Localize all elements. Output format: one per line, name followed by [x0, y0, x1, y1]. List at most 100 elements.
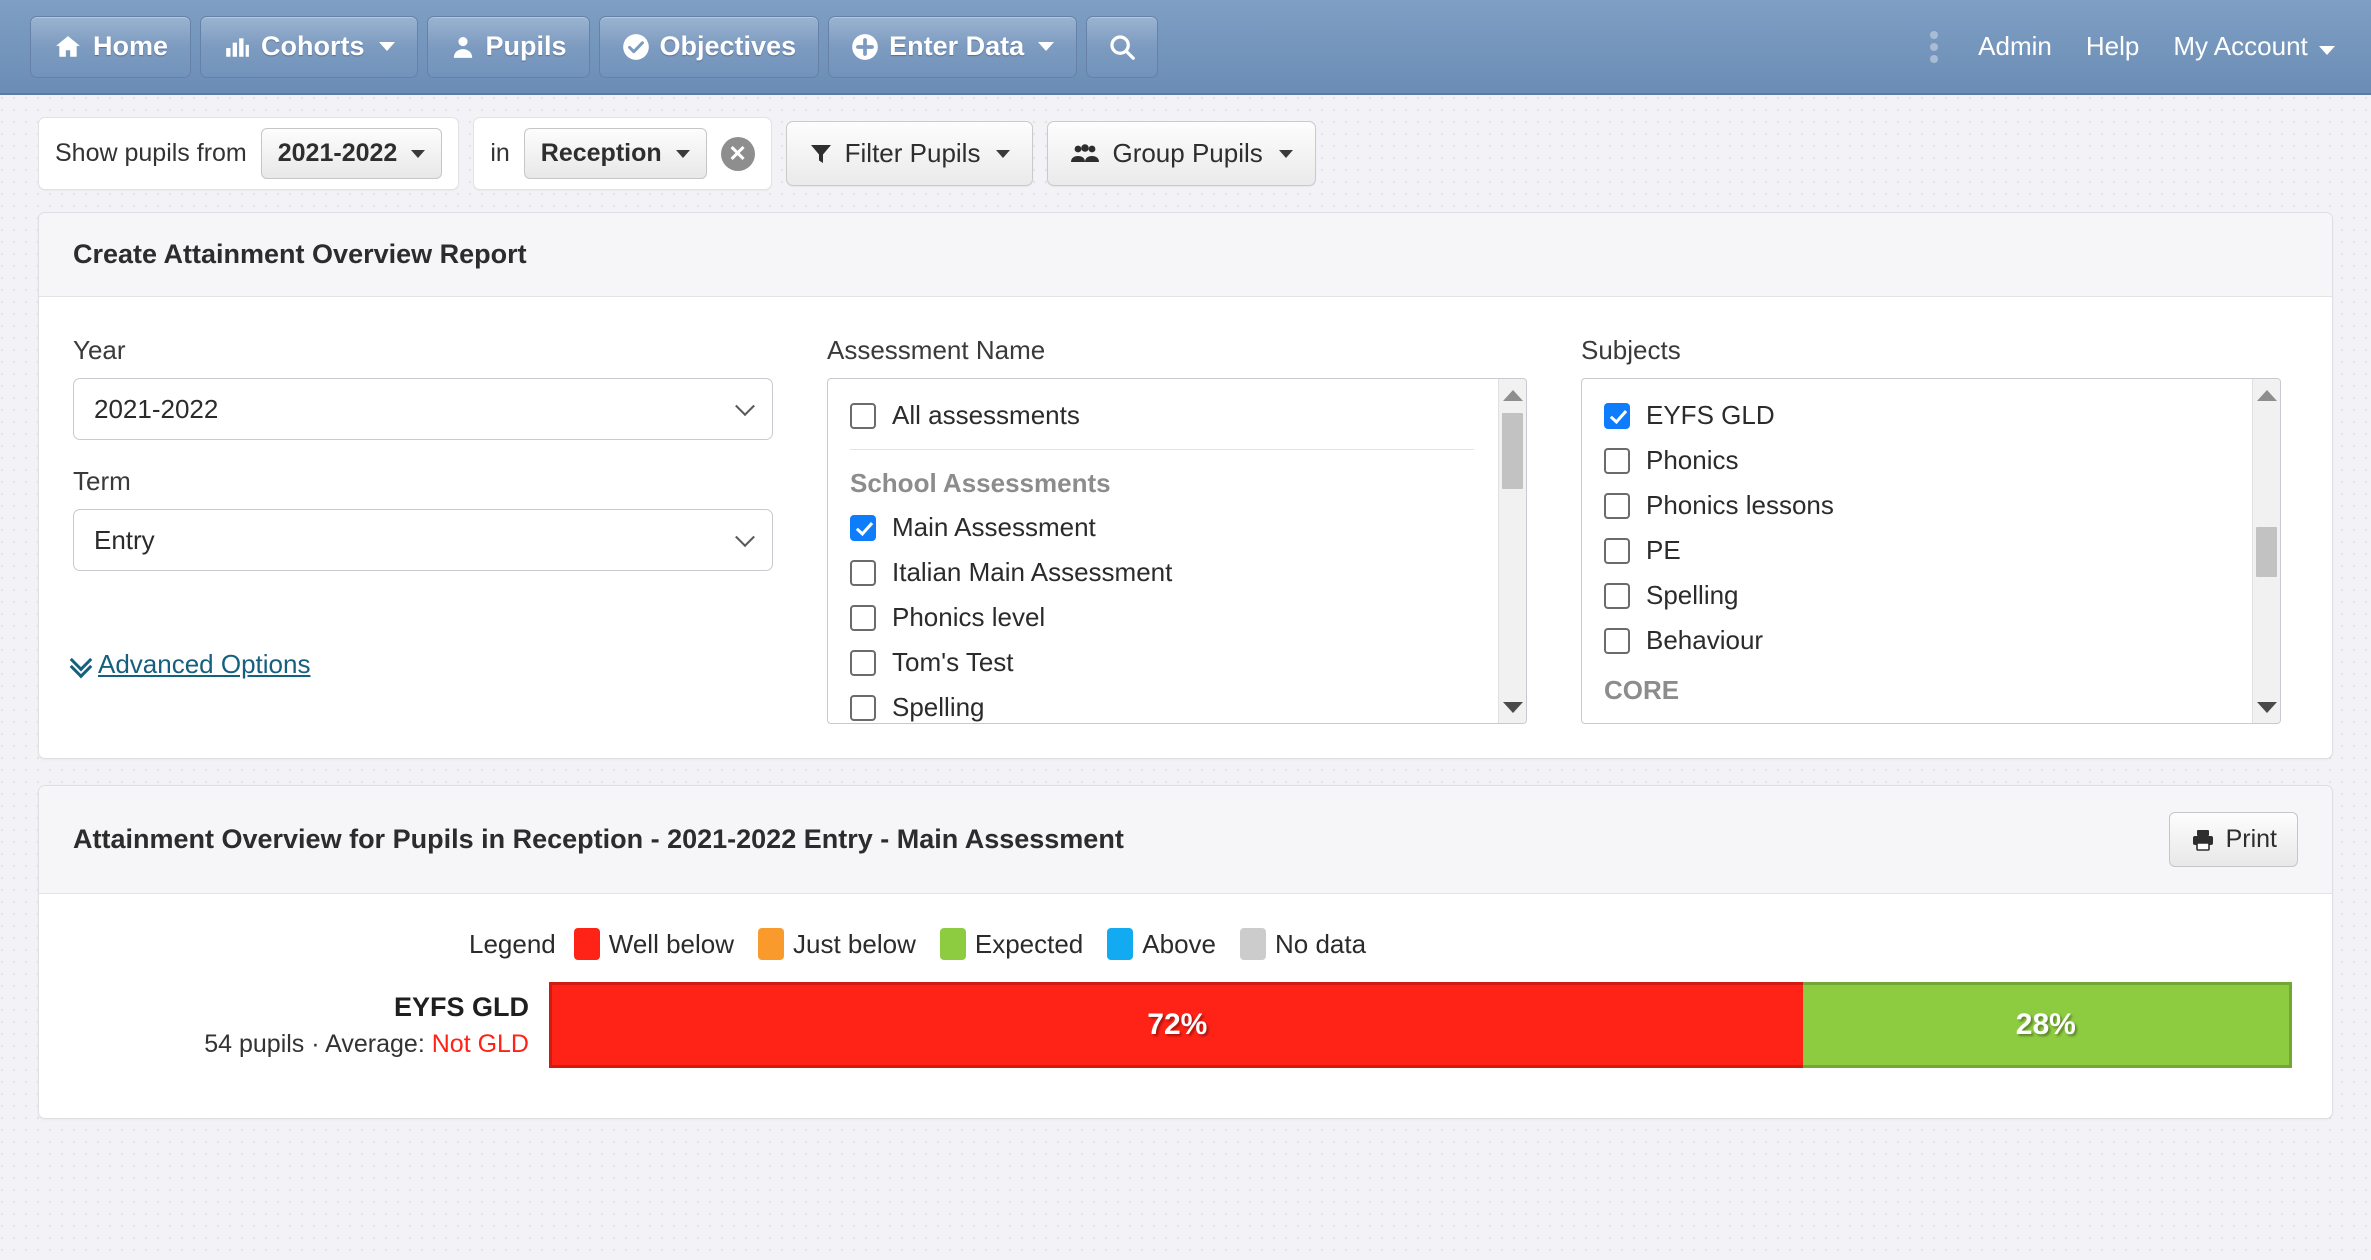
assessment-option-label: Italian Main Assessment [892, 557, 1173, 587]
subject-option-label: Phonics [1646, 445, 1739, 475]
subjects-column: Subjects EYFS GLD Phonics Phonics lesson… [1581, 325, 2281, 724]
checkbox[interactable] [1604, 402, 1630, 429]
scrollbar-thumb[interactable] [1502, 413, 1523, 489]
assessment-option-toms-test[interactable]: Tom's Test [828, 640, 1496, 685]
checkbox[interactable] [850, 514, 876, 541]
assessment-option-italian-main-assessment[interactable]: Italian Main Assessment [828, 550, 1496, 595]
assessment-option-spelling[interactable]: Spelling [828, 685, 1496, 723]
assessment-name-label: Assessment Name [827, 335, 1046, 365]
checkbox[interactable] [1604, 537, 1630, 564]
nav-item-enter-data-label: Enter Data [889, 31, 1025, 61]
assessment-name-listbox[interactable]: All assessments School Assessments Main … [827, 378, 1527, 724]
navbar-primary-items: Home Cohorts Pupils Objectives Enter Dat… [30, 15, 1159, 78]
create-report-panel-title: Create Attainment Overview Report [39, 213, 2332, 297]
subjects-list-scrollbar[interactable] [2252, 379, 2280, 723]
nav-item-objectives-label: Objectives [659, 31, 797, 61]
home-icon [53, 34, 83, 60]
year-select[interactable]: 2021-2022 [73, 378, 773, 440]
top-navbar: Home Cohorts Pupils Objectives Enter Dat… [0, 0, 2371, 95]
nav-link-my-account[interactable]: My Account [2173, 31, 2335, 62]
nav-link-help[interactable]: Help [2086, 31, 2139, 62]
subject-option-label: Behaviour [1646, 625, 1764, 655]
subject-option-spelling[interactable]: Spelling [1582, 573, 2250, 618]
assessment-option-label: Tom's Test [892, 647, 1014, 677]
subject-option-phonics-lessons[interactable]: Phonics lessons [1582, 483, 2250, 528]
scroll-up-icon[interactable] [1499, 381, 1526, 409]
assessment-option-main-assessment[interactable]: Main Assessment [828, 505, 1496, 550]
legend-label: Well below [608, 928, 735, 959]
year-dropdown-button[interactable]: 2021-2022 [260, 128, 443, 179]
report-options-column: Year 2021-2022 Term Entry Advanced Optio… [73, 325, 773, 724]
checkbox[interactable] [850, 694, 876, 721]
bar-segment-label: 28% [2015, 1008, 2076, 1041]
checkbox[interactable] [1604, 447, 1630, 474]
nav-item-objectives[interactable]: Objectives [598, 15, 820, 78]
scroll-down-icon[interactable] [1499, 693, 1526, 721]
checkbox[interactable] [1604, 627, 1630, 654]
legend-entry-no-data: No data [1240, 928, 1366, 960]
subject-option-label: EYFS GLD [1646, 400, 1775, 430]
checkbox[interactable] [850, 559, 876, 586]
print-button-label: Print [2225, 825, 2277, 853]
group-pupils-button[interactable]: Group Pupils [1047, 121, 1316, 186]
plus-circle-icon [851, 33, 879, 61]
checkbox[interactable] [1604, 582, 1630, 609]
chart-legend: Legend Well below Just below Expected Ab… [79, 928, 2292, 960]
printer-icon [2190, 828, 2216, 852]
checkbox[interactable] [1604, 492, 1630, 519]
legend-swatch [939, 928, 966, 960]
scroll-up-icon[interactable] [2253, 381, 2280, 409]
clear-circle-icon[interactable]: ✕ [720, 136, 755, 171]
year-field-label: Year [73, 335, 126, 365]
subject-option-label: Spelling [1646, 580, 1739, 610]
advanced-options-link[interactable]: Advanced Options [73, 649, 310, 680]
nav-item-cohorts[interactable]: Cohorts [200, 15, 418, 78]
legend-swatch [758, 928, 785, 960]
assessment-option-phonics-level[interactable]: Phonics level [828, 595, 1496, 640]
assessment-option-all-assessments[interactable]: All assessments [828, 393, 1496, 438]
chevron-down-icon [378, 42, 395, 51]
subject-option-phonics[interactable]: Phonics [1582, 438, 2250, 483]
nav-item-home[interactable]: Home [30, 15, 192, 78]
chevron-down-icon [735, 527, 755, 548]
assessment-list-scrollbar[interactable] [1498, 379, 1526, 723]
separator: · [311, 1029, 320, 1058]
subject-option-eyfs-gld[interactable]: EYFS GLD [1582, 393, 2250, 438]
nav-search-button[interactable] [1086, 15, 1159, 78]
assessment-option-label: Spelling [892, 692, 985, 722]
print-button[interactable]: Print [2168, 812, 2298, 867]
in-label: in [490, 139, 510, 167]
nav-item-pupils[interactable]: Pupils [426, 15, 590, 78]
legend-swatch [573, 928, 600, 960]
cohort-dropdown-button[interactable]: Reception [523, 128, 707, 179]
bar-segment-expected[interactable]: 28% [1802, 982, 2292, 1068]
legend-label: Just below [793, 928, 916, 959]
subjects-listbox[interactable]: EYFS GLD Phonics Phonics lessons PE Spel… [1581, 378, 2281, 724]
legend-label: Above [1142, 928, 1216, 959]
term-select[interactable]: Entry [73, 509, 773, 571]
checkbox[interactable] [850, 649, 876, 676]
filter-pupils-button[interactable]: Filter Pupils [785, 121, 1034, 186]
checkbox[interactable] [850, 402, 876, 429]
assessment-option-label: Main Assessment [892, 512, 1096, 542]
checkbox[interactable] [850, 604, 876, 631]
list-divider [850, 449, 1474, 450]
funnel-icon [809, 142, 833, 166]
pupil-count: 54 pupils [204, 1029, 305, 1058]
chart-row-category: EYFS GLD [393, 991, 529, 1022]
vertical-dots-icon[interactable] [1930, 30, 1939, 63]
assessment-group-school-assessments: School Assessments [850, 468, 1111, 498]
bar-segment-well-below[interactable]: 72% [549, 982, 1803, 1068]
subject-option-behaviour[interactable]: Behaviour [1582, 618, 2250, 663]
average-value: Not GLD [431, 1029, 529, 1058]
stacked-bar: 72% 28% [549, 982, 2292, 1068]
nav-link-admin[interactable]: Admin [1978, 31, 2052, 62]
subject-option-label: Phonics lessons [1646, 490, 1834, 520]
nav-link-my-account-label: My Account [2173, 31, 2308, 61]
nav-item-enter-data[interactable]: Enter Data [828, 15, 1078, 78]
scrollbar-thumb[interactable] [2256, 527, 2277, 577]
nav-item-cohorts-label: Cohorts [261, 31, 365, 61]
scroll-down-icon[interactable] [2253, 693, 2280, 721]
legend-label: No data [1275, 928, 1367, 959]
subject-option-pe[interactable]: PE [1582, 528, 2250, 573]
